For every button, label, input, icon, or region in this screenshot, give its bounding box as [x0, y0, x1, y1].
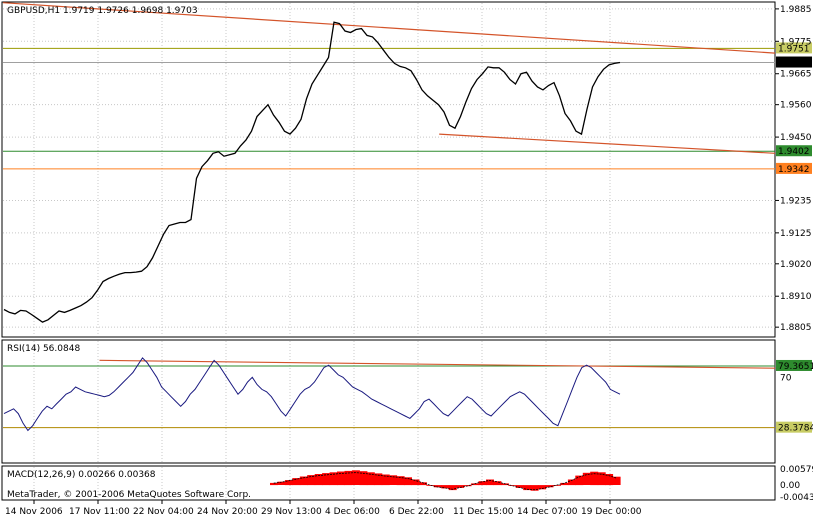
macd-bar — [508, 485, 517, 486]
price-ytick-label: 1.9560 — [780, 101, 812, 111]
price-series-line — [3, 21, 621, 323]
x-axis-label: 14 Nov 2006 — [5, 507, 63, 517]
macd-bar — [597, 472, 606, 486]
price-ytick-label: 1.9125 — [780, 229, 812, 239]
horizontal-levels: 1.97511.94021.93421.970379.365128.3784 — [3, 42, 813, 434]
price-level-tag-label: 1.9402 — [778, 147, 810, 157]
x-axis-label: 17 Nov 11:00 — [69, 507, 130, 517]
price-ytick-label: 1.9450 — [780, 133, 812, 143]
rsi-series-line — [3, 357, 621, 432]
macd-bar — [307, 475, 316, 486]
rsi-level-tag-label: 79.3651 — [778, 362, 813, 372]
mt4-chart-window: 1.9751 1.9402 1.9342 1.9703 79.3651 28.3784 1… — [0, 0, 813, 520]
macd-ytick-label: 0.00579 — [780, 465, 813, 475]
x-axis-label: 11 Dec 15:00 — [453, 507, 514, 517]
macd-ytick-label: -0.00431 — [780, 493, 813, 503]
x-axis-label: 6 Dec 22:00 — [389, 507, 444, 517]
series-layer — [3, 21, 621, 491]
price-ytick-label: 1.8910 — [780, 292, 812, 302]
grid-layer — [3, 3, 775, 499]
x-axis-label: 14 Dec 07:00 — [517, 507, 578, 517]
macd-ytick-label: 0.00 — [780, 481, 800, 491]
price-panel-title: GBPUSD,H1 1.9719 1.9726 1.9698 1.9703 — [7, 6, 198, 16]
macd-bar — [426, 485, 435, 486]
x-axis-label: 19 Dec 00:00 — [581, 507, 642, 517]
price-ytick-label: 1.9885 — [780, 5, 812, 15]
rsi-panel-frame — [1, 339, 776, 464]
price-panel-frame — [1, 1, 776, 338]
macd-bar — [411, 479, 420, 486]
price-ytick-label: 1.9775 — [780, 37, 812, 47]
chart-canvas[interactable]: 1.97511.94021.93421.970379.365128.3784 1… — [0, 0, 813, 520]
price-ytick-label: 1.9020 — [780, 260, 812, 270]
macd-bar — [560, 482, 569, 486]
price-ytick-label: 1.9235 — [780, 196, 812, 206]
copyright-text: MetaTrader, © 2001-2006 MetaQuotes Softw… — [7, 490, 251, 500]
axis-layer: 1.9885 1.9775 1.9665 1.9560 1.9450 1.9235 1.91… — [5, 5, 813, 517]
price-ytick-label: 1.9665 — [780, 70, 812, 80]
rsi-ytick-label: 70 — [780, 373, 792, 383]
rsi-panel-title: RSI(14) 56.0848 — [7, 344, 80, 354]
x-axis-label: 29 Nov 13:00 — [261, 507, 322, 517]
current-price-tag-label: 1.9703 — [778, 59, 810, 69]
macd-bar — [478, 481, 487, 486]
macd-panel-title: MACD(12,26,9) 0.00266 0.00368 — [7, 470, 156, 480]
price-level-tag-label: 1.9342 — [778, 165, 810, 175]
x-axis-label: 4 Dec 06:00 — [325, 507, 380, 517]
x-axis-label: 22 Nov 04:00 — [133, 507, 194, 517]
x-axis-label: 24 Nov 20:00 — [197, 507, 258, 517]
price-ytick-label: 1.8805 — [780, 323, 812, 333]
price-trendline — [439, 133, 776, 154]
macd-bar — [612, 476, 621, 485]
rsi-trendline — [99, 359, 776, 369]
macd-bar — [493, 481, 502, 486]
rsi-level-tag-label: 28.3784 — [778, 424, 813, 434]
